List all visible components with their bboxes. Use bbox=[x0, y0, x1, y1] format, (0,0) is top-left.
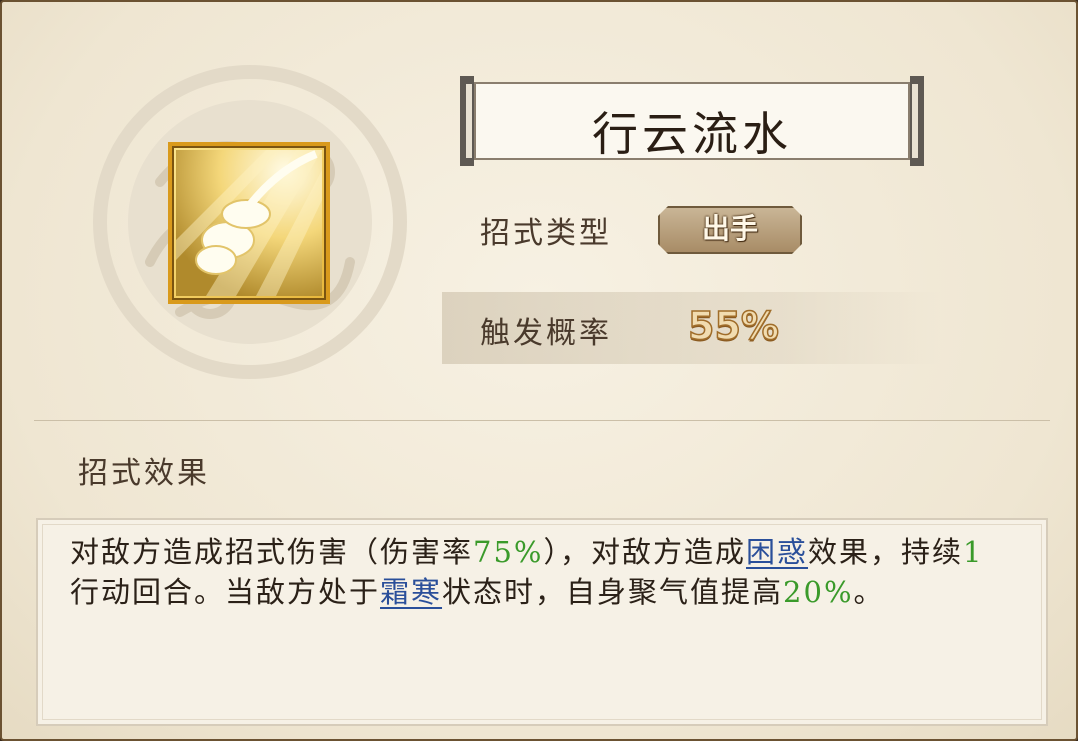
damage-rate-value: 75% bbox=[473, 535, 544, 569]
desc-text: 状态时，自身聚气值提高 bbox=[442, 575, 784, 609]
skill-title-frame: 行云流水 bbox=[460, 76, 924, 166]
energy-boost-value: 20% bbox=[783, 575, 854, 609]
desc-text: 效果，持续 bbox=[808, 535, 964, 569]
skill-name: 行云流水 bbox=[592, 107, 792, 161]
desc-text: 行动回合。当敌方处于 bbox=[70, 575, 381, 609]
duration-value: 1 bbox=[963, 535, 984, 569]
frost-keyword-link[interactable]: 霜寒 bbox=[380, 575, 442, 609]
desc-text: 对敌方造成招式伤害（伤害率 bbox=[70, 535, 474, 569]
effect-heading: 招式效果 bbox=[78, 456, 210, 491]
effect-description-box: 对敌方造成招式伤害（伤害率75%），对敌方造成困惑效果，持续1 行动回合。当敌方处… bbox=[36, 518, 1048, 726]
title-bracket-right bbox=[910, 76, 924, 166]
skill-type-label: 招式类型 bbox=[480, 216, 612, 251]
desc-text: 。 bbox=[853, 575, 885, 609]
flowing-cloud-icon[interactable] bbox=[168, 142, 330, 304]
effect-description: 对敌方造成招式伤害（伤害率75%），对敌方造成困惑效果，持续1 行动回合。当敌方处… bbox=[70, 532, 1010, 612]
trigger-rate-value: 55% bbox=[687, 303, 779, 349]
trigger-rate-label: 触发概率 bbox=[480, 316, 612, 351]
skill-title-box: 行云流水 bbox=[474, 82, 910, 161]
skill-type-badge: 出手 bbox=[658, 206, 802, 254]
confusion-keyword-link[interactable]: 困惑 bbox=[746, 535, 808, 569]
title-bracket-left bbox=[460, 76, 474, 166]
desc-text: ），对敌方造成 bbox=[543, 535, 746, 569]
section-divider bbox=[34, 420, 1050, 421]
skill-info-panel: 行云流水 招式类型 出手 触发概率 55% 招式效果 对敌方造成招式伤害（伤害率… bbox=[0, 0, 1078, 741]
